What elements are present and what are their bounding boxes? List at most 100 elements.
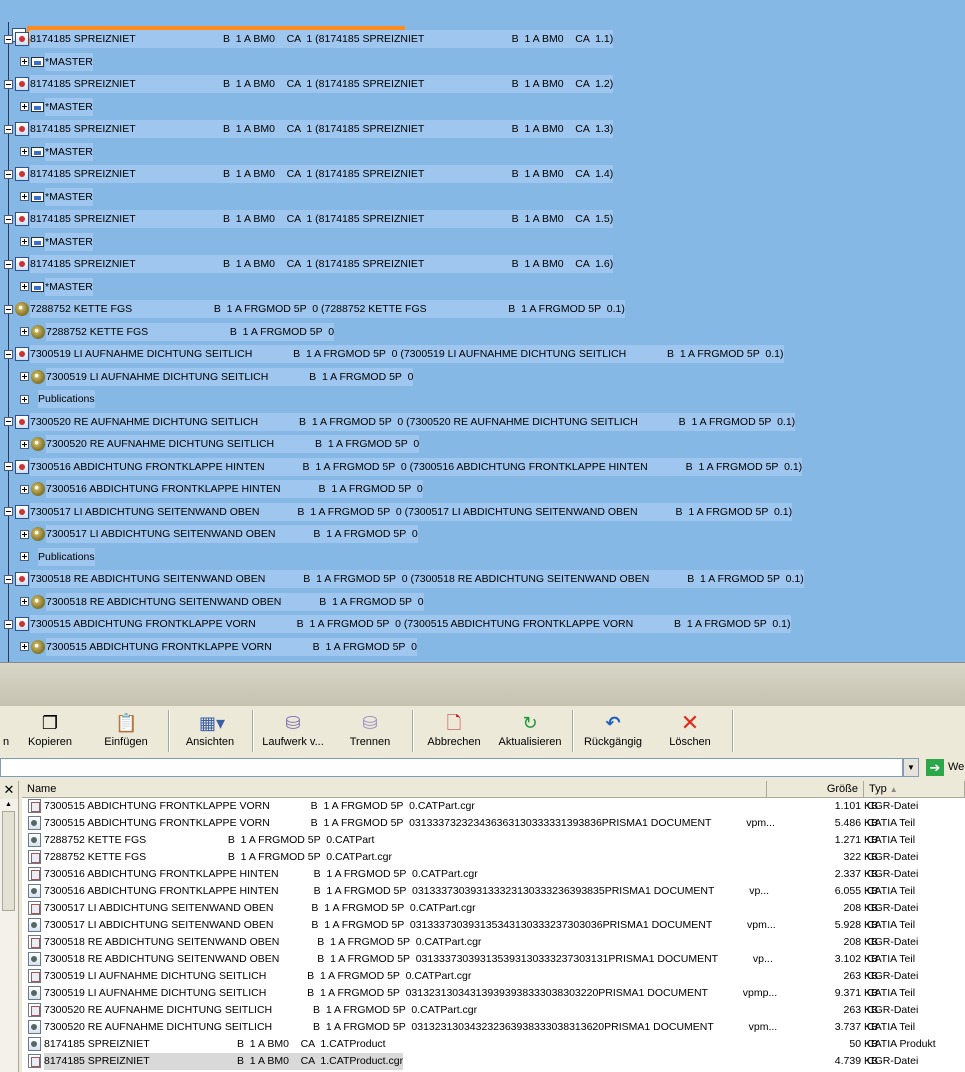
specification-tree[interactable]: PXY6417 FFF KOGR 5176 001 ABDICHTUNG TKL…	[0, 0, 965, 662]
file-row[interactable]: 7288752 KETTE FGS B 1 A FRGMOD 5P 0.CATP…	[22, 849, 965, 866]
tree-node[interactable]: 7300520 RE AUFNAHME DICHTUNG SEITLICH B …	[4, 412, 796, 431]
expand-icon[interactable]	[20, 529, 29, 539]
expand-icon[interactable]	[20, 282, 29, 292]
tree-node[interactable]: 8174185 SPREIZNIET B 1 A BM0 CA 1 (81741…	[4, 120, 614, 138]
tree-node[interactable]: 8174185 SPREIZNIET B 1 A BM0 CA 1 (81741…	[4, 165, 614, 183]
expand-icon[interactable]	[20, 57, 29, 67]
collapse-icon[interactable]	[4, 619, 13, 629]
tree-child-node[interactable]: *MASTER	[20, 97, 93, 116]
collapse-icon[interactable]	[4, 462, 13, 472]
tree-node[interactable]: 7300518 RE ABDICHTUNG SEITENWAND OBEN B …	[4, 570, 804, 588]
column-header-name[interactable]: Name	[22, 781, 767, 798]
expand-icon[interactable]	[20, 192, 29, 202]
collapse-icon[interactable]	[4, 169, 13, 179]
expand-icon[interactable]	[20, 147, 29, 157]
expand-icon[interactable]	[20, 552, 29, 562]
go-button-label[interactable]: We	[948, 761, 964, 773]
collapse-icon[interactable]	[4, 574, 13, 584]
refresh-button[interactable]: ↻ Aktualisieren	[496, 712, 564, 756]
expand-icon[interactable]	[20, 372, 29, 382]
delete-button[interactable]: ✕ Löschen	[662, 712, 718, 756]
collapse-icon[interactable]	[4, 349, 13, 359]
splitter-bar[interactable]	[0, 662, 965, 707]
expand-icon[interactable]	[20, 394, 29, 404]
collapse-icon[interactable]	[4, 417, 13, 427]
sort-ascending-icon: ▲	[889, 785, 898, 794]
tree-child-node[interactable]: 7300519 LI AUFNAHME DICHTUNG SEITLICH B …	[20, 367, 414, 386]
collapse-icon[interactable]	[4, 304, 13, 314]
tree-child-node[interactable]: *MASTER	[20, 277, 93, 296]
tree-node[interactable]: 7300519 LI AUFNAHME DICHTUNG SEITLICH B …	[4, 345, 784, 363]
tree-child-node[interactable]: 7300520 RE AUFNAHME DICHTUNG SEITLICH B …	[20, 435, 420, 453]
expand-icon[interactable]	[20, 484, 29, 494]
tree-node[interactable]: 7300517 LI ABDICHTUNG SEITENWAND OBEN B …	[4, 502, 793, 521]
tree-root[interactable]: PXY6417 FFF KOGR 5176 001 ABDICHTUNG TKL…	[0, 8, 406, 44]
vertical-scrollbar[interactable]: ▲	[0, 799, 19, 1072]
go-arrow-icon[interactable]: ➔	[926, 759, 944, 776]
tree-node[interactable]: 7300515 ABDICHTUNG FRONTKLAPPE VORN B 1 …	[4, 615, 791, 633]
collapse-icon[interactable]	[4, 34, 13, 44]
collapse-icon[interactable]	[4, 507, 13, 517]
expand-icon[interactable]	[20, 237, 29, 247]
collapse-icon[interactable]	[4, 214, 13, 224]
tree-node[interactable]: 8174185 SPREIZNIET B 1 A BM0 CA 1 (81741…	[4, 210, 614, 228]
views-button[interactable]: ▦▾ Ansichten	[182, 712, 238, 756]
cancel-button[interactable]: 🗋 Abbrechen	[424, 712, 484, 756]
collapse-icon[interactable]	[4, 124, 13, 134]
file-row[interactable]: 7300516 ABDICHTUNG FRONTKLAPPE HINTEN B …	[22, 883, 965, 900]
tree-node-label: 7300515 ABDICHTUNG FRONTKLAPPE VORN B 1 …	[46, 637, 417, 656]
collapse-icon[interactable]	[4, 259, 13, 269]
file-row[interactable]: 7300515 ABDICHTUNG FRONTKLAPPE VORN B 1 …	[22, 798, 965, 815]
close-pane-button[interactable]: ✕	[0, 781, 19, 799]
tree-node[interactable]: 8174185 SPREIZNIET B 1 A BM0 CA 1 (81741…	[4, 255, 614, 273]
expand-icon[interactable]	[20, 439, 29, 449]
file-row[interactable]: 7300518 RE ABDICHTUNG SEITENWAND OBEN B …	[22, 951, 965, 968]
expand-icon[interactable]	[20, 597, 29, 607]
file-row[interactable]: 7300519 LI AUFNAHME DICHTUNG SEITLICH B …	[22, 968, 965, 985]
expand-icon[interactable]	[20, 102, 29, 112]
tree-child-node[interactable]: *MASTER	[20, 142, 93, 161]
file-row[interactable]: 7288752 KETTE FGS B 1 A FRGMOD 5P 0.CATP…	[22, 832, 965, 849]
file-row[interactable]: 7300517 LI ABDICHTUNG SEITENWAND OBEN B …	[22, 900, 965, 917]
undo-button[interactable]: ↶ Rückgängig	[582, 712, 644, 756]
expand-icon[interactable]	[20, 327, 29, 337]
tree-child-node[interactable]: 7300515 ABDICHTUNG FRONTKLAPPE VORN B 1 …	[20, 637, 417, 656]
file-row[interactable]: 7300520 RE AUFNAHME DICHTUNG SEITLICH B …	[22, 1002, 965, 1019]
column-header-type[interactable]: Typ ▲	[864, 781, 965, 798]
address-dropdown-button[interactable]: ▼	[903, 758, 919, 777]
tree-node-label: 8174185 SPREIZNIET B 1 A BM0 CA 1 (81741…	[30, 75, 614, 93]
copy-button[interactable]: ❐ Kopieren	[24, 712, 76, 756]
truncated-button[interactable]: n	[0, 712, 12, 756]
tree-child-node[interactable]: *MASTER	[20, 232, 93, 251]
scroll-up-icon[interactable]: ▲	[2, 799, 15, 810]
tree-child-node[interactable]: 7300517 LI ABDICHTUNG SEITENWAND OBEN B …	[20, 525, 418, 543]
file-row[interactable]: 8174185 SPREIZNIET B 1 A BM0 CA 1.CATPro…	[22, 1036, 965, 1053]
collapse-icon[interactable]	[4, 79, 13, 89]
column-header-size[interactable]: Größe	[767, 781, 864, 798]
tree-child-node[interactable]: Publications	[20, 547, 95, 566]
file-row[interactable]: 7300516 ABDICHTUNG FRONTKLAPPE HINTEN B …	[22, 866, 965, 883]
address-input[interactable]	[0, 758, 903, 777]
tree-node[interactable]: 8174185 SPREIZNIET B 1 A BM0 CA 1 (81741…	[4, 75, 614, 93]
tree-child-node[interactable]: 7288752 KETTE FGS B 1 A FRGMOD 5P 0	[20, 322, 335, 341]
tree-child-node[interactable]: *MASTER	[20, 52, 93, 71]
tree-node-label: 8174185 SPREIZNIET B 1 A BM0 CA 1 (81741…	[30, 30, 614, 48]
file-row[interactable]: 7300520 RE AUFNAHME DICHTUNG SEITLICH B …	[22, 1019, 965, 1036]
file-row[interactable]: 7300518 RE ABDICHTUNG SEITENWAND OBEN B …	[22, 934, 965, 951]
paste-button[interactable]: 📋 Einfügen	[100, 712, 152, 756]
tree-child-node[interactable]: Publications	[20, 390, 95, 408]
file-row[interactable]: 7300519 LI AUFNAHME DICHTUNG SEITLICH B …	[22, 985, 965, 1002]
map-drive-button[interactable]: ⛁ Laufwerk v...	[258, 712, 328, 756]
tree-child-node[interactable]: 7300518 RE ABDICHTUNG SEITENWAND OBEN B …	[20, 592, 424, 611]
tree-child-node[interactable]: 7300516 ABDICHTUNG FRONTKLAPPE HINTEN B …	[20, 480, 423, 498]
scrollbar-thumb[interactable]	[2, 811, 15, 911]
file-row[interactable]: 8174185 SPREIZNIET B 1 A BM0 CA 1.CATPro…	[22, 1053, 965, 1070]
tree-node[interactable]: 7300516 ABDICHTUNG FRONTKLAPPE HINTEN B …	[4, 457, 803, 476]
expand-icon[interactable]	[20, 642, 29, 652]
tree-node[interactable]: 7288752 KETTE FGS B 1 A FRGMOD 5P 0 (728…	[4, 300, 625, 318]
disconnect-button[interactable]: ⛁ Trennen	[344, 712, 396, 756]
file-row[interactable]: 7300515 ABDICHTUNG FRONTKLAPPE VORN B 1 …	[22, 815, 965, 832]
file-row[interactable]: 7300517 LI ABDICHTUNG SEITENWAND OBEN B …	[22, 917, 965, 934]
tree-node[interactable]: 8174185 SPREIZNIET B 1 A BM0 CA 1 (81741…	[4, 30, 614, 48]
tree-child-node[interactable]: *MASTER	[20, 187, 93, 206]
